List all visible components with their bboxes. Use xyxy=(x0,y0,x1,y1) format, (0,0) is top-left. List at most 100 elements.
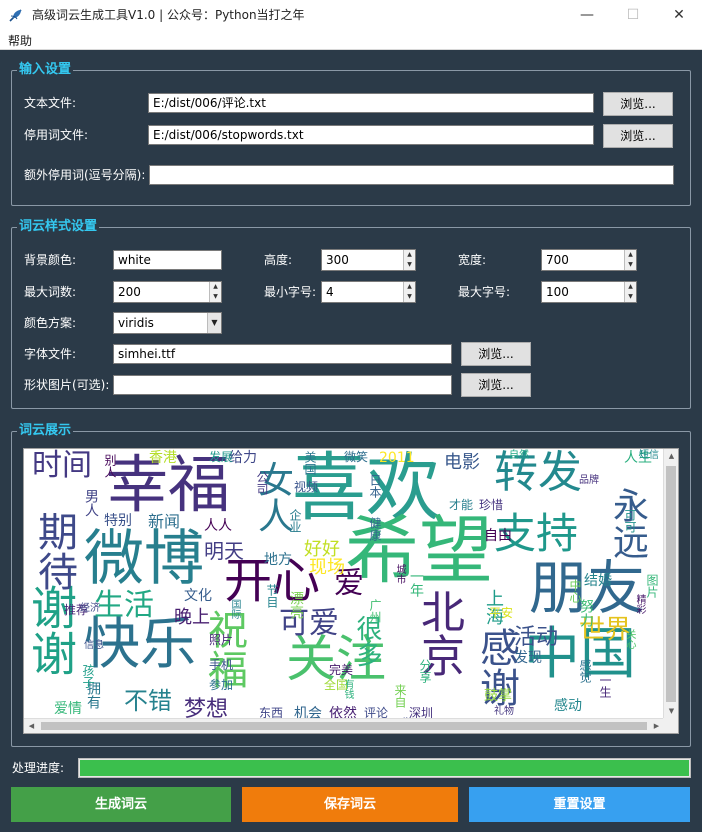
cloud-word: 可可 xyxy=(623,509,637,533)
cloud-word: 男人 xyxy=(83,489,99,517)
cloud-word: 明天 xyxy=(204,539,244,563)
browse-mask-button[interactable]: 浏览... xyxy=(461,373,531,397)
browse-text-file-button[interactable]: 浏览... xyxy=(603,92,673,116)
cloud-word: 信息 xyxy=(84,640,104,651)
text-file-input[interactable]: E:/dist/006/评论.txt xyxy=(148,93,594,113)
cloud-word: 自由 xyxy=(484,528,512,544)
cloud-word: 文化 xyxy=(184,588,212,604)
cloud-word: 有钱 xyxy=(342,679,353,699)
width-spin-arrows[interactable]: ▲ ▼ xyxy=(624,250,636,270)
save-wordcloud-button[interactable]: 保存词云 xyxy=(242,787,458,822)
max-font-spin-arrows[interactable]: ▲ ▼ xyxy=(624,282,636,302)
close-button[interactable]: ✕ xyxy=(656,0,702,30)
cloud-word: 微博 xyxy=(84,524,204,594)
max-words-spin-arrows[interactable]: ▲ ▼ xyxy=(209,282,221,302)
min-font-spin-arrows[interactable]: ▲ ▼ xyxy=(403,282,415,302)
text-file-label: 文本文件: xyxy=(24,96,77,110)
scroll-corner xyxy=(663,718,678,733)
mask-image-input[interactable] xyxy=(113,375,452,395)
cloud-word: 祝福 xyxy=(201,609,247,689)
progress-fill xyxy=(80,760,689,776)
font-file-input[interactable]: simhei.ttf xyxy=(113,344,452,364)
cloud-word: 漂亮 xyxy=(288,591,304,619)
cloud-word: 结婚 xyxy=(584,573,612,589)
height-spin-arrows[interactable]: ▲ ▼ xyxy=(403,250,415,270)
colormap-value: viridis xyxy=(118,316,154,330)
cloud-word: 关心 xyxy=(624,629,635,649)
max-font-label: 最大字号: xyxy=(458,285,511,299)
wordcloud-view[interactable]: 喜欢 希望 幸福 微博 朋友 中国 快乐 关注 开心 感谢 谢谢 期待 转发 支持 北京 永远 祝福 女人 时间 生活… xyxy=(23,448,679,734)
cloud-word: 生活 xyxy=(94,588,154,623)
generate-wordcloud-button[interactable]: 生成词云 xyxy=(11,787,231,822)
display-title: 词云展示 xyxy=(17,423,74,439)
cloud-word: 节目 xyxy=(265,584,279,608)
cloud-word: 公司 xyxy=(255,471,269,495)
colormap-select[interactable]: viridis ▼ xyxy=(113,312,222,334)
maximize-button[interactable]: ☐ xyxy=(610,0,656,30)
menu-bar: 帮助 xyxy=(0,30,702,50)
cloud-word: 一生 xyxy=(598,674,612,698)
scroll-down-arrow[interactable]: ▼ xyxy=(664,704,678,719)
horizontal-scroll-thumb[interactable] xyxy=(41,722,647,730)
cloud-word: 企业 xyxy=(288,509,302,533)
cloud-word: 感动 xyxy=(554,698,582,714)
cloud-word: 礼物 xyxy=(494,706,514,717)
bg-color-input[interactable]: white xyxy=(113,250,222,270)
cloud-word: 人人 xyxy=(204,518,232,534)
cloud-word: 参加 xyxy=(209,678,234,692)
cloud-word: 转发 xyxy=(494,449,582,498)
browse-stopwords-button[interactable]: 浏览... xyxy=(603,124,673,148)
colormap-label: 颜色方案: xyxy=(24,316,77,330)
cloud-word: 分享 xyxy=(418,659,432,683)
cloud-word: 新闻 xyxy=(148,512,181,531)
feather-icon xyxy=(9,9,22,22)
cloud-word: 发现 xyxy=(514,650,542,666)
cloud-word: 地方 xyxy=(264,552,292,568)
mask-image-label: 形状图片(可选): xyxy=(24,378,110,392)
scroll-right-arrow[interactable]: ▶ xyxy=(649,719,664,733)
cloud-word: 平安 xyxy=(489,606,514,620)
browse-font-button[interactable]: 浏览... xyxy=(461,342,531,366)
reset-settings-button[interactable]: 重置设置 xyxy=(469,787,690,822)
cloud-word: 中心 xyxy=(568,579,582,603)
cloud-word: 给力 xyxy=(229,450,257,466)
vertical-scrollbar[interactable]: ▲ ▼ xyxy=(663,449,678,719)
max-words-spinbox[interactable]: 200 ▲ ▼ xyxy=(113,281,222,303)
wordcloud-canvas: 喜欢 希望 幸福 微博 朋友 中国 快乐 关注 开心 感谢 谢谢 期待 转发 支持 北京 永远 祝福 女人 时间 生活… xyxy=(24,449,664,720)
menu-help[interactable]: 帮助 xyxy=(8,32,32,49)
cloud-word: 晚上 xyxy=(174,607,210,628)
stopwords-file-input[interactable]: E:/dist/006/stopwords.txt xyxy=(148,125,594,145)
min-font-label: 最小字号: xyxy=(264,285,317,299)
vertical-scroll-thumb[interactable] xyxy=(666,466,676,702)
extra-stopwords-input[interactable] xyxy=(149,165,674,185)
cloud-word: 特别 xyxy=(104,513,132,529)
max-font-spinbox[interactable]: 100 ▲ ▼ xyxy=(541,281,637,303)
scroll-up-arrow[interactable]: ▲ xyxy=(664,449,678,464)
cloud-word: 完美 xyxy=(329,663,354,677)
scroll-left-arrow[interactable]: ◀ xyxy=(24,719,39,733)
height-label: 高度: xyxy=(264,253,293,267)
cloud-word: 爱情 xyxy=(54,701,82,717)
cloud-word: 城市 xyxy=(394,564,405,584)
cloud-word: 视频 xyxy=(294,480,319,494)
min-font-spinbox[interactable]: 4 ▲ ▼ xyxy=(321,281,416,303)
horizontal-scrollbar[interactable]: ◀ ▶ xyxy=(24,718,664,733)
cloud-word: 一年 xyxy=(408,569,424,597)
cloud-word: 活动 xyxy=(514,625,559,650)
cloud-word: 鼓掌 xyxy=(484,688,512,704)
minimize-button[interactable]: — xyxy=(564,0,610,30)
max-words-value: 200 xyxy=(118,285,141,299)
cloud-word: 梦想 xyxy=(184,697,229,720)
cloud-word: 精彩 xyxy=(634,594,645,614)
cloud-word: 自然 xyxy=(509,450,529,461)
cloud-word: 微笑 xyxy=(344,450,369,464)
extra-stopwords-label: 额外停用词(逗号分隔): xyxy=(24,168,146,182)
width-spinbox[interactable]: 700 ▲ ▼ xyxy=(541,249,637,271)
cloud-word: 发展 xyxy=(209,450,234,464)
input-settings-title: 输入设置 xyxy=(17,62,74,78)
cloud-word: 现场 xyxy=(309,557,345,578)
height-spinbox[interactable]: 300 ▲ ▼ xyxy=(321,249,416,271)
chevron-down-icon[interactable]: ▼ xyxy=(207,313,221,333)
progress-bar xyxy=(78,758,691,778)
cloud-word: 国际 xyxy=(229,599,240,619)
